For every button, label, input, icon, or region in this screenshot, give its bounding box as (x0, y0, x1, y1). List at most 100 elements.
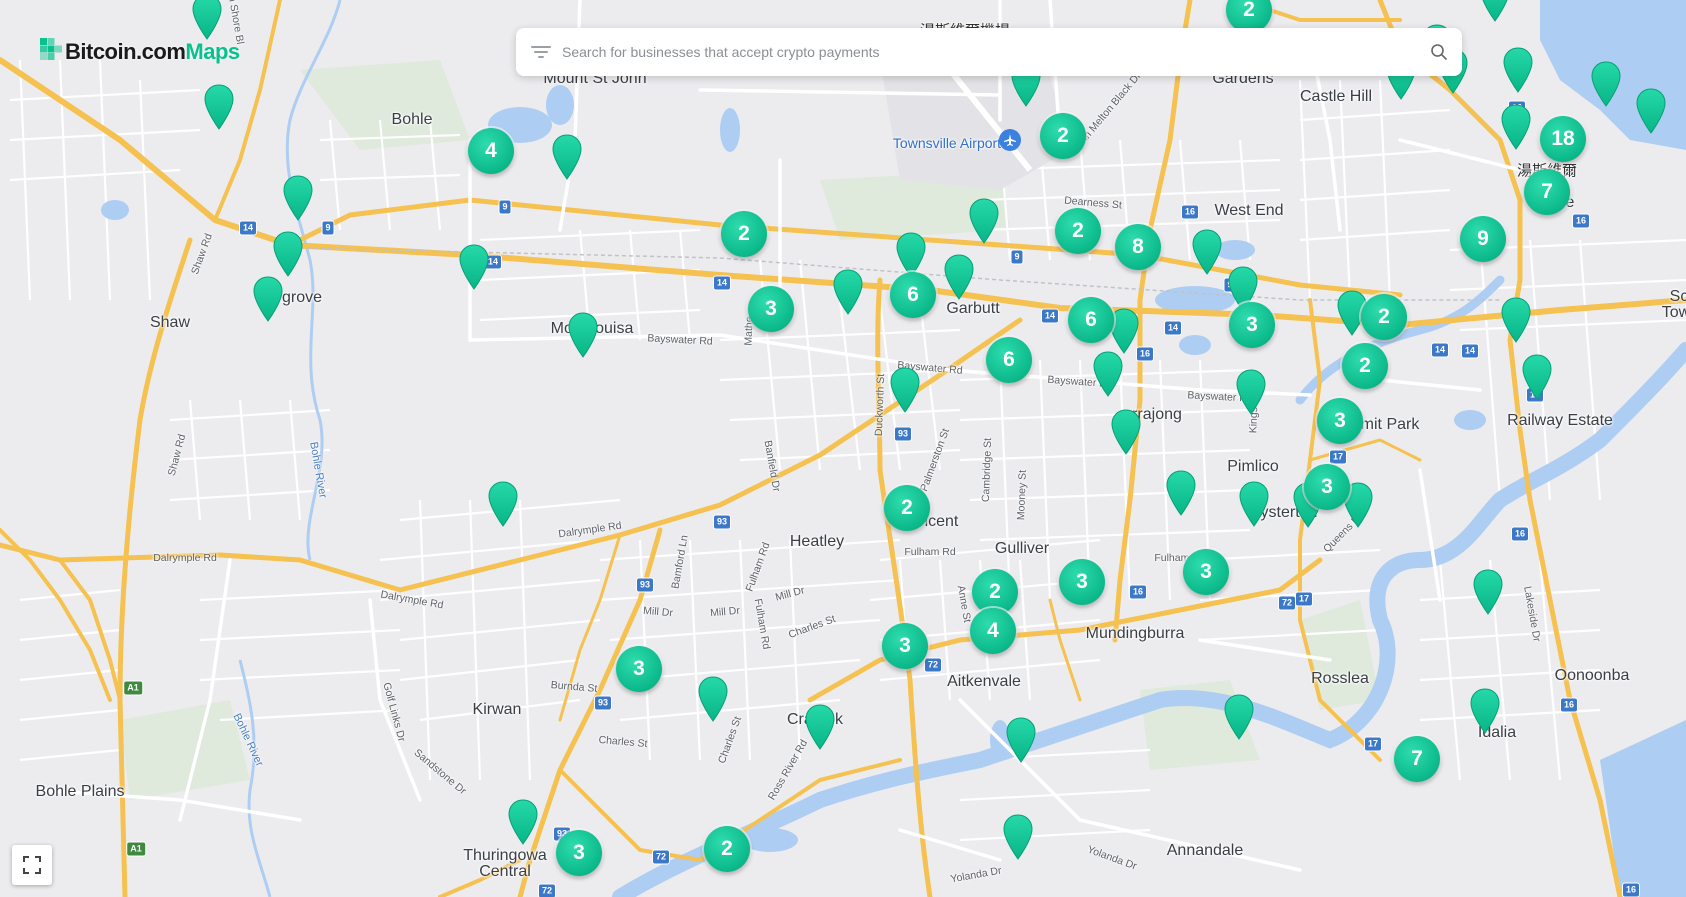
cluster-marker[interactable]: 3 (1317, 398, 1363, 444)
fullscreen-button[interactable] (12, 845, 52, 885)
lake-9 (1454, 410, 1486, 430)
cluster-marker[interactable]: 2 (1040, 113, 1086, 159)
business-pin[interactable] (487, 481, 519, 527)
cluster-marker[interactable]: 3 (882, 623, 928, 669)
business-pin[interactable] (1002, 814, 1034, 860)
business-pin[interactable] (282, 175, 314, 221)
map-pin-icon (1501, 297, 1531, 343)
cluster-marker[interactable]: 2 (1342, 343, 1388, 389)
route-shield-A1: A1 (123, 680, 143, 696)
lake-7 (101, 200, 129, 220)
business-pin[interactable] (203, 84, 235, 130)
search-icon[interactable] (1430, 43, 1448, 61)
cluster-marker[interactable]: 4 (970, 608, 1016, 654)
cluster-marker[interactable]: 7 (1524, 169, 1570, 215)
business-pin[interactable] (1521, 354, 1553, 400)
business-pin[interactable] (1235, 369, 1267, 415)
map-pin-icon (1473, 569, 1503, 615)
business-pin[interactable] (1479, 0, 1511, 22)
business-pin[interactable] (1500, 104, 1532, 150)
business-pin[interactable] (1469, 688, 1501, 734)
lake-10 (742, 828, 798, 852)
business-pin[interactable] (1223, 694, 1255, 740)
business-pin[interactable] (507, 799, 539, 845)
route-shield-9: 9 (1010, 249, 1024, 265)
cluster-marker[interactable]: 3 (556, 830, 602, 876)
cluster-marker[interactable]: 3 (1229, 302, 1275, 348)
business-pin[interactable] (832, 269, 864, 315)
route-shield-72: 72 (1277, 595, 1297, 611)
map-pin-icon (698, 676, 728, 722)
cluster-marker[interactable]: 3 (1304, 464, 1350, 510)
business-pin[interactable] (804, 704, 836, 750)
cluster-count: 2 (1072, 219, 1084, 242)
map-pin-icon (944, 254, 974, 300)
cluster-marker[interactable]: 3 (1183, 549, 1229, 595)
business-pin[interactable] (1165, 470, 1197, 516)
route-shield-93: 93 (712, 514, 732, 530)
business-pin[interactable] (1500, 297, 1532, 343)
business-pin[interactable] (1238, 481, 1270, 527)
search-input[interactable] (560, 43, 1430, 61)
cluster-marker[interactable]: 6 (986, 337, 1032, 383)
cluster-marker[interactable]: 3 (616, 646, 662, 692)
cluster-count: 3 (1076, 570, 1088, 593)
map-pin-icon (1093, 351, 1123, 397)
business-pin[interactable] (1590, 61, 1622, 107)
cluster-marker[interactable]: 2 (1361, 294, 1407, 340)
lake-3 (720, 108, 740, 152)
business-pin[interactable] (1502, 47, 1534, 93)
business-pin[interactable] (1092, 351, 1124, 397)
cluster-marker[interactable]: 4 (468, 128, 514, 174)
filter-icon[interactable] (530, 43, 552, 61)
business-pin[interactable] (1472, 569, 1504, 615)
business-pin[interactable] (1635, 88, 1667, 134)
map-pin-icon (805, 704, 835, 750)
cluster-marker[interactable]: 3 (748, 286, 794, 332)
route-shield-9: 9 (321, 220, 335, 236)
business-pin[interactable] (1191, 229, 1223, 275)
map-pin-icon (1501, 104, 1531, 150)
route-shield-17: 17 (1294, 591, 1314, 607)
cluster-marker[interactable]: 6 (890, 272, 936, 318)
business-pin[interactable] (458, 244, 490, 290)
map-app: Mount St John Bohle Gardens Castle Hill Town… (0, 0, 1686, 897)
cluster-marker[interactable]: 6 (1068, 297, 1114, 343)
cluster-count: 3 (633, 657, 645, 680)
cluster-marker[interactable]: 2 (1055, 208, 1101, 254)
cluster-marker[interactable]: 9 (1460, 216, 1506, 262)
cluster-marker[interactable]: 7 (1394, 736, 1440, 782)
business-pin[interactable] (889, 367, 921, 413)
map-pin-icon (1522, 354, 1552, 400)
map-pin-icon (283, 175, 313, 221)
cluster-marker[interactable]: 8 (1115, 224, 1161, 270)
business-pin[interactable] (252, 276, 284, 322)
route-shield-16: 16 (1559, 697, 1579, 713)
cluster-marker[interactable]: 18 (1540, 116, 1586, 162)
map-pin-icon (1236, 369, 1266, 415)
cluster-marker[interactable]: 2 (721, 211, 767, 257)
business-pin[interactable] (191, 0, 223, 40)
business-pin[interactable] (551, 134, 583, 180)
cluster-count: 3 (1246, 313, 1258, 336)
business-pin[interactable] (567, 312, 599, 358)
business-pin[interactable] (968, 198, 1000, 244)
route-shield-16: 16 (1180, 204, 1200, 220)
business-pin[interactable] (1005, 717, 1037, 763)
business-pin[interactable] (697, 676, 729, 722)
route-shield-93: 93 (593, 695, 613, 711)
route-shield-16: 16 (1128, 584, 1148, 600)
cluster-count: 4 (987, 619, 999, 642)
business-pin[interactable] (272, 231, 304, 277)
cluster-count: 3 (1321, 475, 1333, 498)
cluster-marker[interactable]: 2 (704, 826, 750, 872)
cluster-count: 4 (485, 139, 497, 162)
business-pin[interactable] (1110, 409, 1142, 455)
lake-8 (1610, 758, 1670, 802)
route-shield-14: 14 (712, 275, 732, 291)
bitcoin-com-maps-logo[interactable]: Bitcoin.com Maps (40, 38, 240, 66)
cluster-marker[interactable]: 2 (884, 485, 930, 531)
business-pin[interactable] (943, 254, 975, 300)
map-pin-icon (253, 276, 283, 322)
cluster-marker[interactable]: 3 (1059, 559, 1105, 605)
